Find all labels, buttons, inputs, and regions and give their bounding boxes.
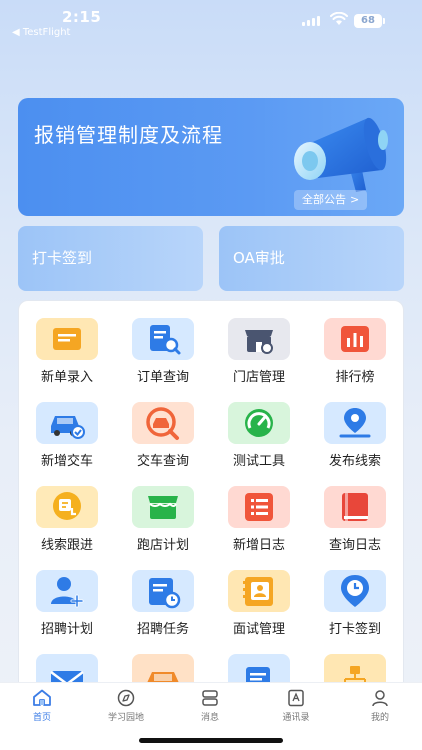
megaphone-icon [294,117,388,192]
grid-item-location-pin[interactable]: 发布线索 [307,385,403,469]
banner-title: 报销管理制度及流程 [34,123,223,147]
grid-item-book[interactable]: 查询日志 [307,469,403,553]
grid-item-label: 测试工具 [232,454,285,469]
grid-item-contact-card[interactable]: 面试管理 [211,553,307,637]
grid-item-speedometer[interactable]: 测试工具 [211,385,307,469]
grid-item-calendar-task[interactable]: 招聘任务 [115,553,211,637]
tab-learning[interactable]: 学习园地 [84,689,168,723]
grid-item-label: 招聘计划 [40,622,93,637]
contact-card-icon [228,570,290,612]
grid-item-list-add[interactable]: 新增日志 [211,469,307,553]
tab-messages-label: 消息 [200,713,219,723]
tab-profile-label: 我的 [370,713,389,723]
contacts-icon [288,689,304,707]
home-icon [33,689,51,706]
grid-item-store[interactable]: 门店管理 [211,301,307,385]
cellular-signal-icon [302,16,320,26]
tab-home-label: 首页 [32,713,51,723]
store-icon [228,318,290,360]
clock-pin-icon [324,570,386,612]
grid-item-label: 发布线索 [328,454,381,469]
grid-item-follow-up[interactable]: 线索跟进 [19,469,115,553]
tab-contacts-label: 通讯录 [282,713,310,723]
storefront-plan-icon [132,486,194,528]
status-time: 2:15 [62,8,102,26]
grid-item-label: 交车查询 [136,454,189,469]
status-bar: 2:15 ◀ TestFlight 68 [0,0,422,44]
grid-item-document-search[interactable]: 订单查询 [115,301,211,385]
calendar-task-icon [132,570,194,612]
follow-up-icon [36,486,98,528]
tab-messages[interactable]: 消息 [168,689,252,723]
speedometer-icon [228,402,290,444]
grid-item-label: 新单录入 [40,370,93,385]
grid-item-label: 线索跟进 [40,538,93,553]
chevron-right-icon: > [350,193,360,206]
battery-indicator: 68 [354,14,385,28]
grid-item-storefront-plan[interactable]: 跑店计划 [115,469,211,553]
book-icon [324,486,386,528]
grid-item-document-list[interactable]: 新单录入 [19,301,115,385]
grid-item-label: 招聘任务 [136,622,189,637]
all-notices-button[interactable]: 全部公告 > [294,190,368,210]
compass-icon [117,689,135,707]
car-search-icon [132,402,194,444]
grid-item-label: 排行榜 [335,370,375,385]
home-indicator [139,738,283,743]
tab-learning-label: 学习园地 [107,713,144,723]
announcement-banner[interactable]: 报销管理制度及流程 全部公告 > [18,98,404,216]
grid-item-label: 门店管理 [232,370,285,385]
grid-item-label: 新增日志 [232,538,285,553]
grid-item-label: 订单查询 [136,370,189,385]
grid-item-bar-chart[interactable]: 排行榜 [307,301,403,385]
quick-action-checkin[interactable]: 打卡签到 [18,226,203,291]
all-notices-label: 全部公告 [302,193,346,206]
quick-action-oa-approval[interactable]: OA审批 [219,226,404,291]
message-icon [202,690,218,706]
document-list-icon [36,318,98,360]
document-search-icon [132,318,194,360]
grid-item-clock-pin[interactable]: 打卡签到 [307,553,403,637]
location-pin-icon [324,402,386,444]
grid-item-label: 打卡签到 [328,622,381,637]
grid-item-car-check[interactable]: 新增交车 [19,385,115,469]
grid-item-label: 新增交车 [40,454,93,469]
list-add-icon [228,486,290,528]
tab-contacts[interactable]: 通讯录 [254,689,338,723]
wifi-icon [330,12,348,25]
bar-chart-icon [324,318,386,360]
grid-item-user-add[interactable]: 招聘计划 [19,553,115,637]
car-check-icon [36,402,98,444]
grid-item-label: 面试管理 [232,622,285,637]
grid-item-label: 查询日志 [328,538,381,553]
profile-icon [372,690,388,707]
feature-grid-panel: 新单录入 订单查询 门店管理 排行榜新增交车 交车查询 测试工具 发布线索线索跟进 跑店计划 新… [18,300,404,700]
tab-home[interactable]: 首页 [0,689,84,723]
grid-item-car-search[interactable]: 交车查询 [115,385,211,469]
back-to-testflight-link[interactable]: ◀ TestFlight [12,27,70,38]
tab-profile[interactable]: 我的 [338,689,422,723]
grid-item-label: 跑店计划 [136,538,189,553]
user-add-icon [36,570,98,612]
